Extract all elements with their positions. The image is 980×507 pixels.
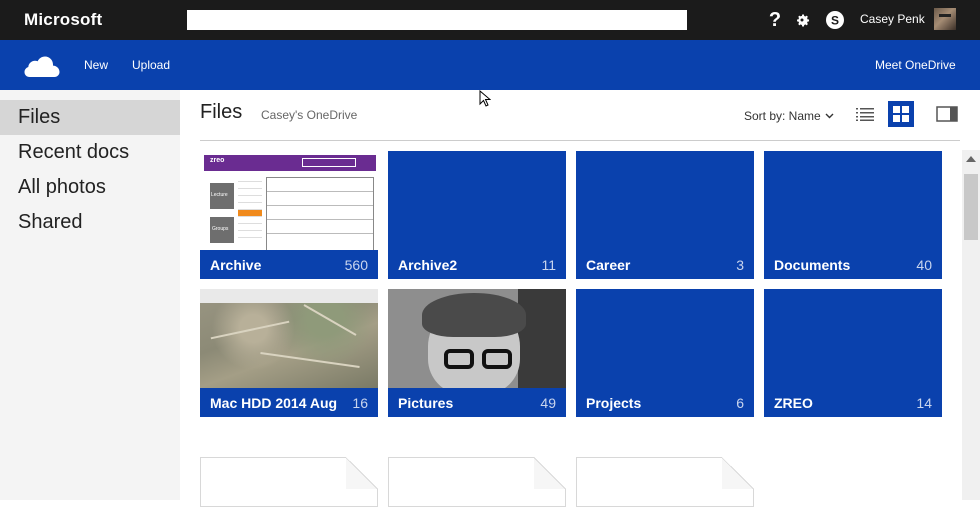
scroll-up-arrow-icon[interactable] bbox=[966, 156, 976, 162]
sidebar-item-shared[interactable]: Shared bbox=[0, 205, 180, 240]
breadcrumb[interactable]: Casey's OneDrive bbox=[261, 108, 357, 122]
sidebar-item-all-photos[interactable]: All photos bbox=[0, 170, 180, 205]
folder-tile-mac-hdd[interactable]: Mac HDD 2014 Aug 16 bbox=[200, 289, 378, 417]
folder-tile-pictures[interactable]: Pictures 49 bbox=[388, 289, 566, 417]
archive-thumb-list bbox=[238, 175, 262, 238]
tile-name: Projects bbox=[586, 395, 642, 411]
tile-caption: Career 3 bbox=[576, 250, 754, 279]
details-pane-button[interactable] bbox=[934, 101, 960, 127]
tile-count: 16 bbox=[352, 395, 368, 411]
avatar[interactable] bbox=[934, 8, 956, 30]
tile-caption: Archive 560 bbox=[200, 250, 378, 279]
archive-thumbnail: zreo Lecture Groups bbox=[200, 151, 378, 250]
tile-caption: Pictures 49 bbox=[388, 388, 566, 417]
top-bar: Microsoft ? S Casey Penk bbox=[0, 0, 980, 40]
skype-icon[interactable]: S bbox=[824, 9, 846, 31]
tile-count: 11 bbox=[541, 257, 556, 273]
command-bar: New Upload Meet OneDrive bbox=[0, 40, 980, 90]
folder-tile-zreo[interactable]: ZREO 14 bbox=[764, 289, 942, 417]
archive-thumb-body: Lecture Groups bbox=[204, 171, 376, 250]
upload-button[interactable]: Upload bbox=[132, 58, 170, 72]
tile-count: 40 bbox=[916, 257, 932, 273]
svg-text:S: S bbox=[831, 14, 839, 28]
folder-tile-career[interactable]: Career 3 bbox=[576, 151, 754, 279]
tile-caption: Mac HDD 2014 Aug 16 bbox=[200, 388, 378, 417]
page-title: Files bbox=[200, 101, 243, 123]
tiles-view-button[interactable] bbox=[888, 101, 914, 127]
tile-count: 3 bbox=[736, 257, 744, 273]
folder-tile-archive[interactable]: zreo Lecture Groups Archive 560 bbox=[200, 151, 378, 279]
sort-dropdown[interactable]: Sort by: Name bbox=[744, 109, 834, 123]
tile-caption: Archive2 11 bbox=[388, 250, 566, 279]
scrollbar[interactable] bbox=[962, 150, 980, 500]
microsoft-logo[interactable]: Microsoft bbox=[24, 10, 102, 30]
archive-thumb-search bbox=[302, 158, 356, 167]
list-view-icon bbox=[856, 108, 874, 121]
tile-name: Documents bbox=[774, 257, 851, 273]
sidebar: Files Recent docs All photos Shared bbox=[0, 90, 180, 500]
tile-name: Pictures bbox=[398, 395, 454, 411]
meet-onedrive-link[interactable]: Meet OneDrive bbox=[875, 58, 956, 72]
sidebar-item-recent-docs[interactable]: Recent docs bbox=[0, 135, 180, 170]
folder-tile-documents[interactable]: Documents 40 bbox=[764, 151, 942, 279]
list-view-button[interactable] bbox=[852, 101, 878, 127]
gear-icon[interactable] bbox=[791, 9, 813, 31]
archive-thumb-button-2: Groups bbox=[210, 217, 234, 243]
tile-count: 560 bbox=[344, 257, 368, 273]
tile-count: 49 bbox=[540, 395, 556, 411]
onedrive-cloud-icon[interactable] bbox=[24, 53, 60, 77]
tile-name: Archive2 bbox=[398, 257, 458, 273]
archive-thumb-button-1: Lecture bbox=[210, 183, 234, 209]
tile-name: ZREO bbox=[774, 395, 813, 411]
scrollbar-thumb[interactable] bbox=[964, 174, 978, 240]
tile-caption: Projects 6 bbox=[576, 388, 754, 417]
help-icon[interactable]: ? bbox=[764, 9, 786, 31]
sidebar-item-files[interactable]: Files bbox=[0, 100, 180, 135]
tile-name: Career bbox=[586, 257, 631, 273]
folder-tile-projects[interactable]: Projects 6 bbox=[576, 289, 754, 417]
new-button[interactable]: New bbox=[84, 58, 108, 72]
tile-name: Mac HDD 2014 Aug bbox=[210, 395, 338, 411]
archive-thumb-header: zreo bbox=[204, 155, 376, 171]
mouse-cursor-icon bbox=[479, 90, 491, 107]
tile-caption: Documents 40 bbox=[764, 250, 942, 279]
sort-label: Sort by: Name bbox=[744, 109, 821, 123]
chevron-down-icon bbox=[825, 113, 834, 119]
folder-tile-archive2[interactable]: Archive2 11 bbox=[388, 151, 566, 279]
map-thumbnail bbox=[200, 289, 378, 388]
archive-thumb-logo: zreo bbox=[210, 157, 225, 164]
tile-count: 14 bbox=[916, 395, 932, 411]
user-name[interactable]: Casey Penk bbox=[860, 12, 925, 26]
portrait-thumbnail bbox=[388, 289, 566, 388]
tiles-view-icon bbox=[893, 106, 909, 122]
tile-count: 6 bbox=[736, 395, 744, 411]
tile-caption: ZREO 14 bbox=[764, 388, 942, 417]
map-thumb-toolbar bbox=[200, 289, 378, 303]
archive-thumb-grid bbox=[266, 177, 374, 250]
tile-name: Archive bbox=[210, 257, 262, 273]
search-input[interactable] bbox=[187, 10, 687, 30]
details-pane-icon bbox=[936, 106, 958, 122]
header-divider bbox=[200, 140, 960, 141]
